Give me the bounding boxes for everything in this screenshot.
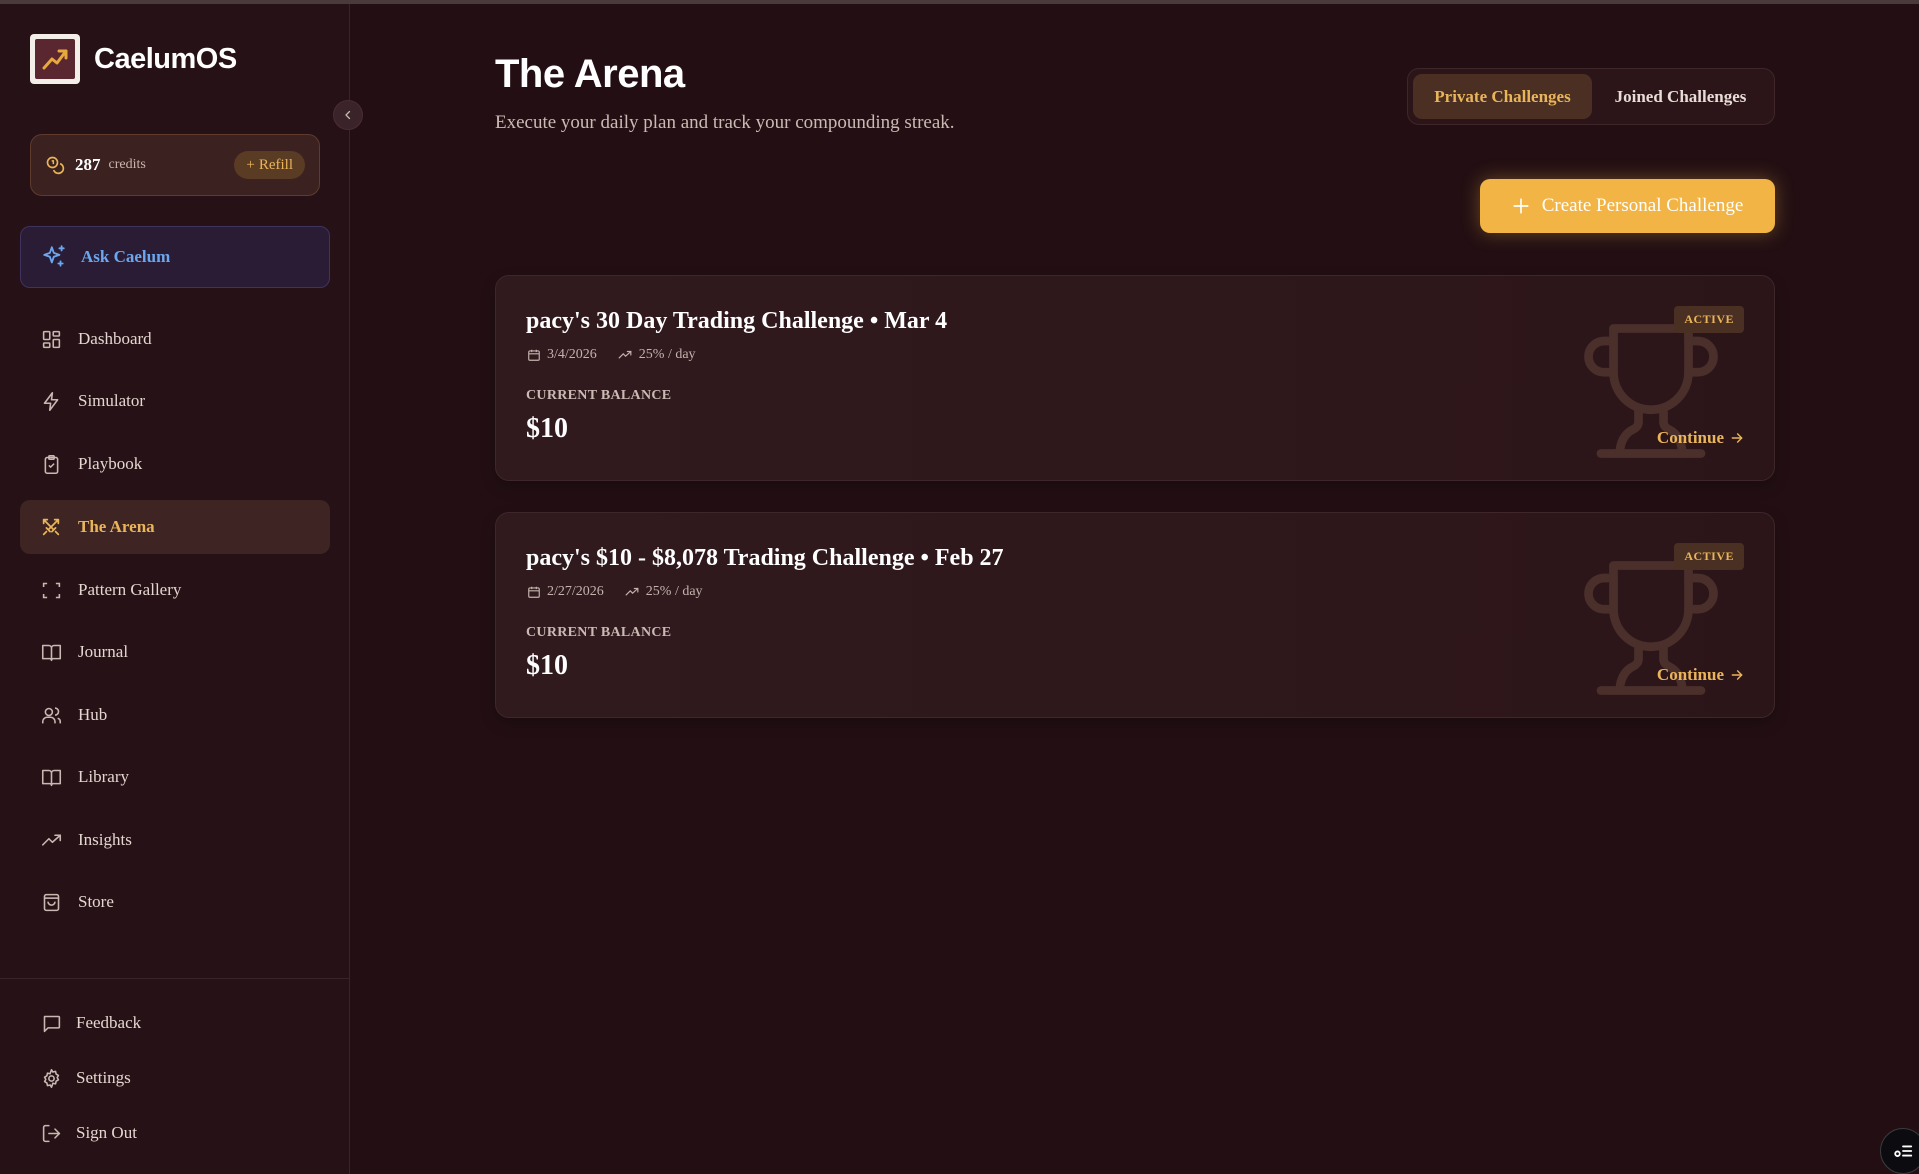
challenge-card[interactable]: pacy's $10 - $8,078 Trading Challenge • … [495,512,1775,718]
challenge-date: 2/27/2026 [547,584,604,599]
sidebar-item-hub[interactable]: Hub [20,688,330,742]
challenge-meta: 2/27/2026 25% / day [527,584,723,600]
credits-panel: 287 credits + Refill [30,134,320,196]
grid-icon [40,328,62,350]
status-badge: ACTIVE [1674,543,1744,570]
create-button-label: Create Personal Challenge [1541,195,1744,216]
sidebar-item-dashboard[interactable]: Dashboard [20,312,330,366]
balance-label: CURRENT BALANCE [526,625,672,640]
balance-value: $10 [526,413,568,444]
challenge-rate: 25% / day [645,584,703,599]
challenge-title: pacy's $10 - $8,078 Trading Challenge • … [526,545,1004,571]
sidebar-item-journal[interactable]: Journal [20,625,330,679]
sidebar-item-playbook[interactable]: Playbook [20,437,330,491]
scan-frame-icon [40,579,62,601]
sidebar-item-library[interactable]: Library [20,750,330,804]
challenge-meta: 3/4/2026 25% / day [527,347,716,363]
sidebar-item-label: Feedback [76,1013,142,1032]
refill-button[interactable]: + Refill [234,151,305,179]
list-settings-icon [1894,1145,1913,1157]
users-icon [40,704,62,726]
create-personal-challenge-button[interactable]: Create Personal Challenge [1480,179,1775,233]
sidebar-item-label: Library [78,767,129,786]
app-logo [30,34,80,84]
sidebar-item-feedback[interactable]: Feedback [20,996,330,1050]
sidebar-item-settings[interactable]: Settings [20,1051,330,1105]
refill-label: Refill [258,156,293,173]
sidebar-item-store[interactable]: Store [20,875,330,929]
sidebar-item-pattern-gallery[interactable]: Pattern Gallery [20,563,330,617]
sidebar-item-label: Insights [78,830,132,849]
tab-joined-challenges[interactable]: Joined Challenges [1592,74,1769,119]
sidebar-item-insights[interactable]: Insights [20,813,330,867]
floating-menu-button[interactable] [1880,1128,1919,1174]
continue-label: Continue [1656,665,1724,684]
brand[interactable]: CaelumOS [30,34,237,84]
clipboard-check-icon [40,453,62,475]
app-name: CaelumOS [94,42,237,75]
page-title: The Arena [495,52,685,96]
credits-count: 287 [75,155,101,174]
collapse-sidebar-button[interactable] [333,100,363,130]
sidebar-item-label: Sign Out [76,1123,137,1142]
challenge-tabs: Private Challenges Joined Challenges [1407,68,1775,125]
sidebar-item-label: Journal [78,642,129,661]
continue-button[interactable]: Continue [1657,428,1744,448]
tab-private-challenges[interactable]: Private Challenges [1413,74,1592,119]
continue-label: Continue [1656,428,1724,447]
gear-icon [40,1067,62,1089]
sidebar-item-label: Dashboard [78,329,152,348]
shopping-bag-icon [40,891,62,913]
sidebar-item-label: Simulator [78,391,146,410]
sidebar-item-simulator[interactable]: Simulator [20,374,330,428]
plus-icon: + [246,156,255,173]
chart-arrow-icon [42,49,68,70]
sidebar-item-label: Playbook [78,454,143,473]
coins-icon [46,156,65,175]
continue-button[interactable]: Continue [1657,665,1744,685]
log-out-icon [40,1122,62,1144]
sidebar-item-label: Hub [78,705,108,724]
sidebar-item-sign-out[interactable]: Sign Out [20,1106,330,1160]
message-square-icon [40,1012,62,1034]
challenge-card[interactable]: pacy's 30 Day Trading Challenge • Mar 4 … [495,275,1775,481]
crossed-swords-icon [40,516,62,538]
plus-icon [1513,198,1529,214]
sidebar-item-label: The Arena [78,517,155,536]
sidebar-item-label: Settings [76,1068,131,1087]
credits-label: credits [108,157,146,172]
arrow-right-icon [1731,433,1743,443]
challenge-rate: 25% / day [638,347,696,362]
balance-value: $10 [526,650,568,681]
page-subtitle: Execute your daily plan and track your c… [495,112,955,133]
challenge-date: 3/4/2026 [547,347,597,362]
ask-caelum-button[interactable]: Ask Caelum [20,226,330,288]
arrow-right-icon [1731,670,1743,680]
sparkles-icon [43,245,65,267]
status-badge: ACTIVE [1674,306,1744,333]
trending-up-icon [40,829,62,851]
lightning-icon [40,390,62,412]
trending-up-icon [625,587,639,596]
challenge-title: pacy's 30 Day Trading Challenge • Mar 4 [526,308,948,334]
calendar-icon [528,349,540,361]
sidebar-divider [0,978,350,979]
book-open-icon [40,641,62,663]
sidebar: CaelumOS 287 credits + Refill Ask Caelum… [0,4,350,1174]
balance-label: CURRENT BALANCE [526,388,672,403]
chevron-left-icon [345,110,351,120]
book-open-icon [40,766,62,788]
sidebar-item-label: Store [78,892,114,911]
sidebar-item-the-arena[interactable]: The Arena [20,500,330,554]
trending-up-icon [618,350,632,359]
calendar-icon [528,586,540,598]
ask-caelum-label: Ask Caelum [81,247,171,266]
sidebar-item-label: Pattern Gallery [78,580,182,599]
